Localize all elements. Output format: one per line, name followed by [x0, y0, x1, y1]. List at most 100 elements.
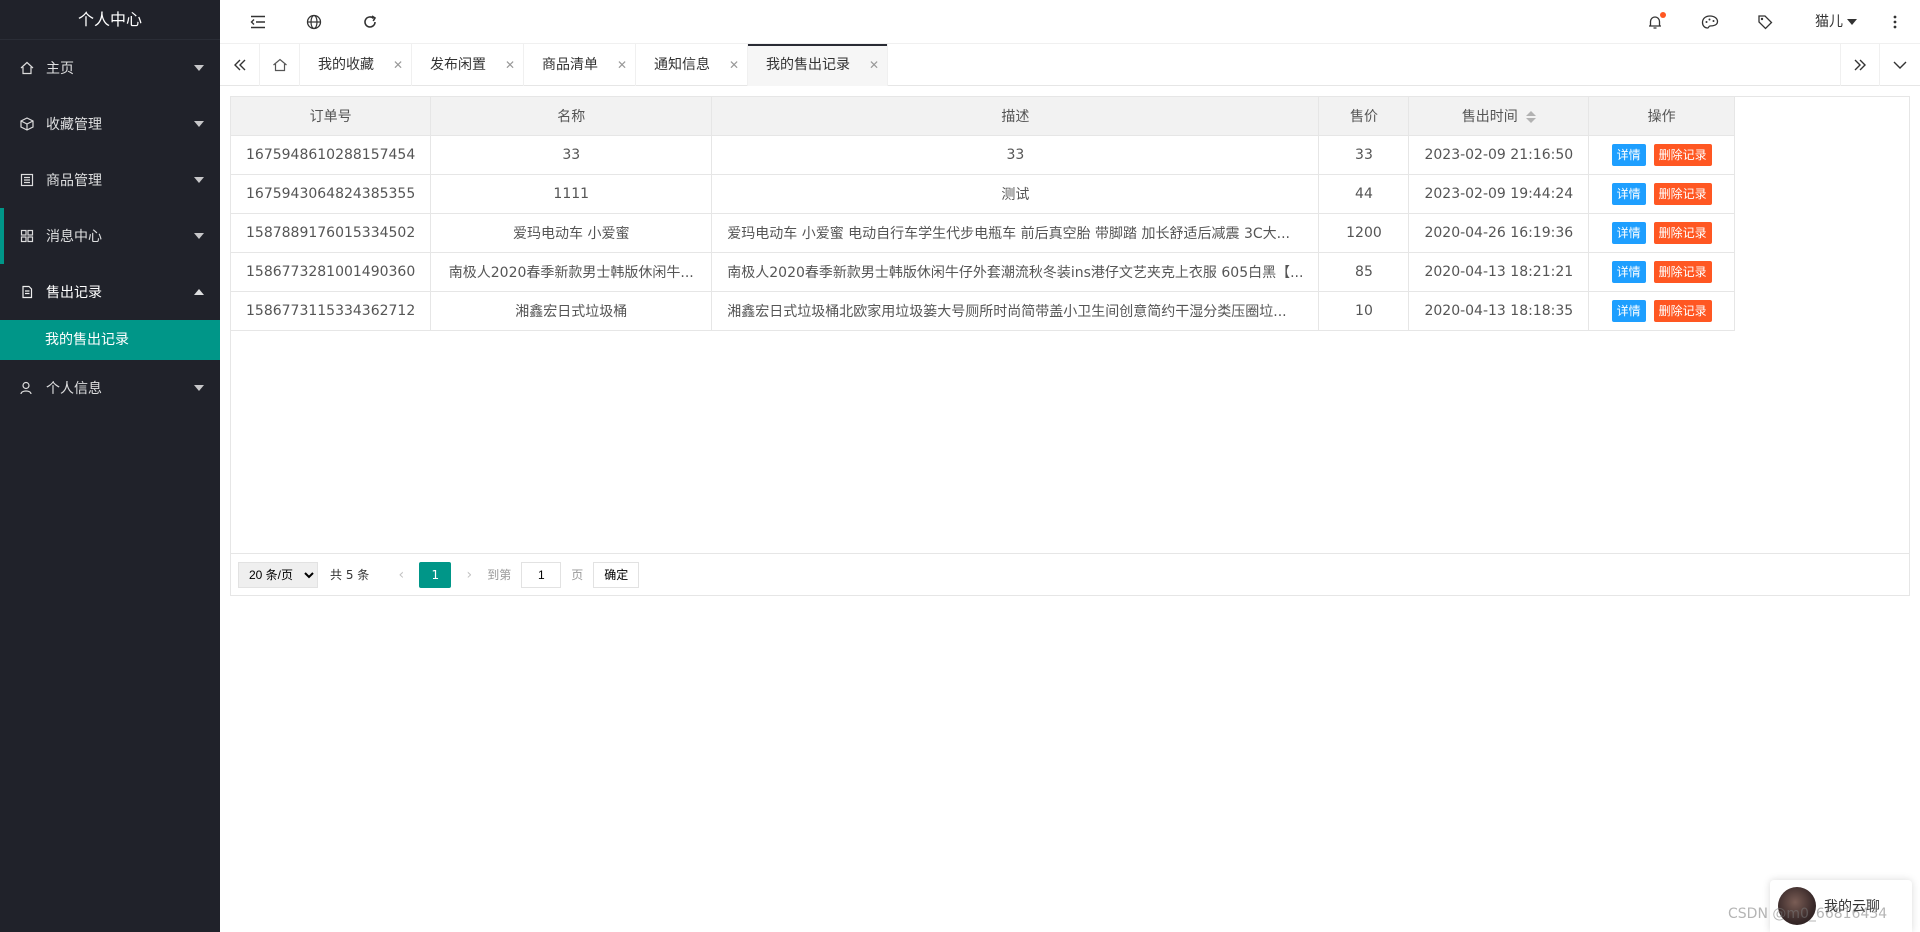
- actions-cell: 详情 删除记录: [1588, 135, 1736, 175]
- close-icon[interactable]: ✕: [617, 44, 627, 86]
- sidebar: 个人中心 主页 收藏管理 商品管理 消息中心 售出记录 我的售出记录 个人信息: [0, 0, 220, 932]
- chevron-up-icon: [194, 289, 204, 295]
- chevron-down-icon: [194, 121, 204, 127]
- chevron-down-icon: [194, 177, 204, 183]
- column-header[interactable]: 订单号: [231, 97, 432, 136]
- close-icon[interactable]: ✕: [729, 44, 739, 86]
- sidebar-item-label: 消息中心: [46, 229, 102, 245]
- description-cell: 南极人2020春季新款男士韩版休闲牛仔外套潮流秋冬装ins港仔文艺夹克上衣服 6…: [711, 252, 1320, 292]
- table-row: 1586773115334362712 湘鑫宏日式垃圾桶 湘鑫宏日式垃圾桶北欧家…: [231, 291, 1736, 331]
- delete-record-button[interactable]: 删除记录: [1653, 221, 1712, 244]
- delete-record-button[interactable]: 删除记录: [1653, 299, 1712, 322]
- delete-record-button[interactable]: 删除记录: [1653, 143, 1712, 166]
- actions-cell: 详情 删除记录: [1588, 291, 1736, 331]
- sidebar-subitem-my-sales[interactable]: 我的售出记录: [0, 320, 220, 360]
- close-icon[interactable]: ✕: [505, 44, 515, 86]
- sales-table-panel: 订单号 名称 描述 售价 售出时间 操作 1675948610288157454…: [230, 96, 1910, 596]
- sold-time-cell: 2023-02-09 21:16:50: [1408, 135, 1590, 175]
- chevron-down-icon: [194, 233, 204, 239]
- current-page-button[interactable]: 1: [419, 561, 452, 588]
- goto-label: 到第: [487, 568, 512, 582]
- tag-icon[interactable]: [1750, 0, 1780, 44]
- tabs-scroll-left-icon[interactable]: [220, 44, 260, 86]
- tabs-dropdown-icon[interactable]: [1880, 44, 1920, 86]
- document-icon: [20, 285, 34, 299]
- collapse-menu-icon[interactable]: [243, 0, 273, 44]
- caret-down-icon: [1847, 19, 1857, 25]
- tabs-scroll-right-icon[interactable]: [1840, 44, 1880, 86]
- detail-button[interactable]: 详情: [1611, 299, 1646, 322]
- sidebar-item-products[interactable]: 商品管理: [0, 152, 220, 208]
- actions-cell: 详情 删除记录: [1588, 174, 1736, 214]
- watermark: CSDN @m0_66816434: [1728, 906, 1888, 922]
- tab-products[interactable]: 商品清单 ✕: [524, 44, 636, 86]
- table-row: 1675948610288157454 33 33 33 2023-02-09 …: [231, 135, 1736, 175]
- user-menu[interactable]: 猫儿: [1815, 0, 1857, 44]
- table-header-row: 订单号 名称 描述 售价 售出时间 操作: [231, 97, 1736, 136]
- goto-page-input[interactable]: [521, 561, 562, 588]
- delete-record-button[interactable]: 删除记录: [1653, 260, 1712, 283]
- detail-button[interactable]: 详情: [1611, 182, 1646, 205]
- more-vertical-icon[interactable]: [1880, 0, 1910, 44]
- page-size-select[interactable]: 10 条/页 20 条/页 30 条/页 50 条/页: [238, 561, 318, 588]
- detail-button[interactable]: 详情: [1611, 143, 1646, 166]
- top-header: 猫儿: [220, 0, 1920, 44]
- name-cell: 爱玛电动车 小爱蜜: [430, 213, 713, 253]
- goto-confirm-button[interactable]: 确定: [593, 561, 640, 588]
- chevron-down-icon: [194, 65, 204, 71]
- bell-icon[interactable]: [1640, 0, 1670, 44]
- column-header[interactable]: 描述: [711, 97, 1320, 136]
- column-header: 操作: [1588, 97, 1736, 136]
- tab-bar: 我的收藏 ✕ 发布闲置 ✕ 商品清单 ✕ 通知信息 ✕ 我的售出记录 ✕: [220, 44, 1920, 86]
- tab-label: 商品清单: [542, 57, 598, 73]
- table-row: 1675943064824385355 1111 测试 44 2023-02-0…: [231, 174, 1736, 214]
- column-header[interactable]: 售价: [1318, 97, 1410, 136]
- sort-icon[interactable]: [1525, 110, 1536, 123]
- sales-table: 订单号 名称 描述 售价 售出时间 操作 1675948610288157454…: [231, 97, 1736, 331]
- name-cell: 湘鑫宏日式垃圾桶: [430, 291, 713, 331]
- sidebar-item-sales[interactable]: 售出记录: [0, 264, 220, 320]
- tab-label: 我的售出记录: [766, 57, 850, 73]
- refresh-icon[interactable]: [355, 0, 385, 44]
- sidebar-item-favorites[interactable]: 收藏管理: [0, 96, 220, 152]
- tab-favorites[interactable]: 我的收藏 ✕: [300, 44, 412, 86]
- chevron-down-icon: [194, 385, 204, 391]
- sidebar-item-label: 收藏管理: [46, 117, 102, 133]
- tab-publish[interactable]: 发布闲置 ✕: [412, 44, 524, 86]
- sidebar-item-label: 主页: [46, 61, 74, 77]
- theme-icon[interactable]: [1695, 0, 1725, 44]
- globe-icon[interactable]: [299, 0, 329, 44]
- name-cell: 南极人2020春季新款男士韩版休闲牛...: [430, 252, 713, 292]
- price-cell: 1200: [1318, 213, 1410, 253]
- price-cell: 44: [1318, 174, 1410, 214]
- actions-cell: 详情 删除记录: [1588, 213, 1736, 253]
- tab-my-sales[interactable]: 我的售出记录 ✕: [748, 44, 888, 86]
- page-unit-label: 页: [571, 568, 584, 582]
- username: 猫儿: [1815, 14, 1843, 30]
- next-page-icon[interactable]: ›: [459, 567, 479, 583]
- sidebar-item-label: 售出记录: [46, 285, 102, 301]
- column-header[interactable]: 名称: [430, 97, 713, 136]
- sidebar-item-home[interactable]: 主页: [0, 40, 220, 96]
- tab-home-icon[interactable]: [260, 44, 300, 86]
- detail-button[interactable]: 详情: [1611, 260, 1646, 283]
- tab-notifications[interactable]: 通知信息 ✕: [636, 44, 748, 86]
- description-cell: 湘鑫宏日式垃圾桶北欧家用垃圾篓大号厕所时尚简带盖小卫生间创意简约干湿分类压圈垃.…: [711, 291, 1320, 331]
- user-icon: [20, 381, 34, 395]
- prev-page-icon[interactable]: ‹: [391, 567, 411, 583]
- description-cell: 33: [711, 135, 1320, 175]
- detail-button[interactable]: 详情: [1611, 221, 1646, 244]
- name-cell: 1111: [430, 174, 713, 214]
- delete-record-button[interactable]: 删除记录: [1653, 182, 1712, 205]
- close-icon[interactable]: ✕: [869, 44, 879, 86]
- sidebar-item-profile[interactable]: 个人信息: [0, 360, 220, 416]
- sidebar-nav: 主页 收藏管理 商品管理 消息中心 售出记录 我的售出记录 个人信息: [0, 40, 220, 416]
- actions-cell: 详情 删除记录: [1588, 252, 1736, 292]
- order-id-cell: 1586773281001490360: [231, 252, 432, 292]
- sortable-column-header[interactable]: 售出时间: [1408, 97, 1590, 136]
- tab-label: 通知信息: [654, 57, 710, 73]
- tab-label: 我的收藏: [318, 57, 374, 73]
- sidebar-item-messages[interactable]: 消息中心: [0, 208, 220, 264]
- sidebar-item-label: 商品管理: [46, 173, 102, 189]
- close-icon[interactable]: ✕: [393, 44, 403, 86]
